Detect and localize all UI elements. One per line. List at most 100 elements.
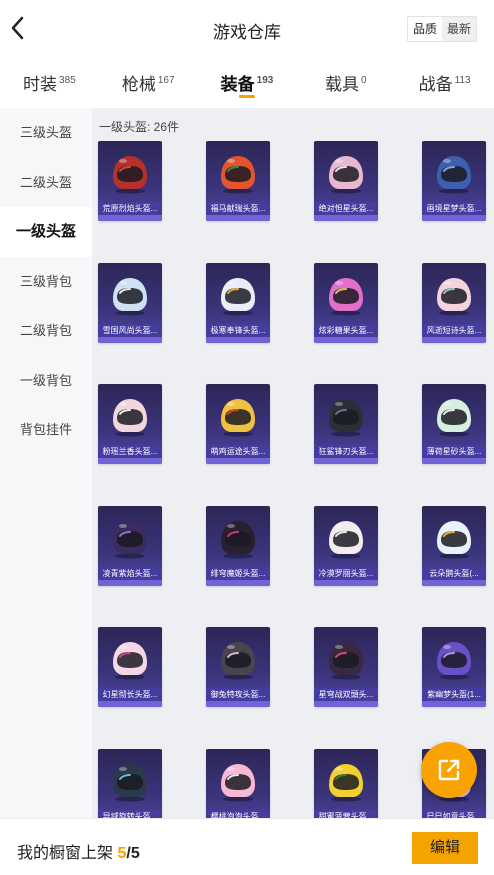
sort-latest-button[interactable]: 最新 [441, 17, 476, 41]
item-card[interactable]: 紫幽梦头盔(1... [422, 627, 486, 707]
item-panel: 一级头盔: 26件 荒原烈焰头盔... 福马献瑞头盔... 绝对怛星头盔... 画境星… [92, 108, 494, 818]
sidebar-item-level1-backpack[interactable]: 一级背包 [0, 356, 92, 406]
item-name: 甜蜜菠萝头盔... [314, 809, 378, 818]
item-quality-band [206, 579, 270, 586]
showcase-label: 我的橱窗上架 [17, 845, 114, 862]
tab-vehicles[interactable]: 载具 0 [296, 58, 395, 108]
share-button[interactable] [421, 742, 477, 798]
item-card[interactable]: 樱桃泡泡头盔... [206, 748, 270, 818]
item-quality-band [98, 701, 162, 707]
sidebar-item-level1-helmet[interactable]: 一级头盔 [0, 207, 92, 257]
sidebar-item-level3-backpack[interactable]: 三级背包 [0, 257, 92, 307]
tab-count: 167 [157, 75, 175, 87]
helmet-icon [437, 642, 471, 680]
item-quality-band [206, 215, 270, 221]
item-name: 荒原烈焰头盔... [98, 202, 162, 215]
item-quality-band [422, 215, 486, 221]
item-card[interactable]: 粉瑶兰香头盔... [98, 384, 162, 464]
item-card[interactable]: 冷漠罗丽头盔... [314, 505, 378, 586]
item-card[interactable]: 凌青紫焰头盔... [98, 505, 162, 586]
item-card[interactable]: 甜蜜菠萝头盔... [314, 748, 378, 818]
sidebar-item-backpack-charm[interactable]: 背包挂件 [0, 405, 92, 455]
helmet-icon [437, 399, 471, 437]
item-card[interactable]: 狂鲨锋刃头盔... [314, 384, 378, 464]
helmet-icon [221, 156, 255, 194]
item-quality-band [98, 336, 162, 343]
item-card[interactable]: 炫彩糖果头盔... [314, 262, 378, 343]
item-name: 炫彩糖果头盔... [314, 323, 378, 337]
tab-label: 时装 [23, 75, 58, 94]
item-quality-band [422, 336, 486, 343]
item-name: 御兔特攻头盔... [206, 688, 270, 701]
tab-count: 193 [256, 75, 274, 87]
helmet-icon [329, 277, 363, 315]
item-name: 萌鸡运途头盔... [206, 445, 270, 458]
item-name: 绯穹魔姬头盔... [206, 566, 270, 580]
helmet-icon [329, 642, 363, 680]
item-card[interactable]: 福马献瑞头盔... [206, 141, 270, 221]
helmet-icon [221, 763, 255, 801]
section-title: 一级头盔: 26件 [99, 120, 180, 134]
item-card[interactable]: 绝对怛星头盔... [314, 141, 378, 221]
helmet-icon [437, 520, 471, 558]
helmet-icon [221, 520, 255, 558]
item-card[interactable]: 幻星彻长头盔... [98, 627, 162, 707]
item-card[interactable]: 萌鸡运途头盔... [206, 384, 270, 464]
item-card[interactable]: 绯穹魔姬头盔... [206, 505, 270, 586]
helmet-icon [221, 399, 255, 437]
helmet-icon [113, 399, 147, 437]
helmet-icon [437, 277, 471, 315]
helmet-icon [113, 763, 147, 801]
share-export-icon [438, 759, 460, 781]
item-name: 薄荷星砂头盔... [422, 445, 486, 458]
helmet-icon [437, 156, 471, 194]
tab-fashion[interactable]: 时装 385 [0, 58, 99, 108]
tab-tactical[interactable]: 战备 113 [395, 58, 494, 108]
item-card[interactable]: 极寒奉锋头盔... [206, 262, 270, 343]
item-card[interactable]: 画境星梦头盔... [422, 141, 486, 221]
item-name: 粉瑶兰香头盔... [98, 445, 162, 458]
sidebar-item-level3-helmet[interactable]: 三级头盔 [0, 108, 92, 158]
item-card[interactable]: 御兔特攻头盔... [206, 627, 270, 707]
item-card[interactable]: 雪国风尚头盔... [98, 262, 162, 343]
tab-label: 战备 [418, 75, 453, 94]
item-card[interactable]: 荒原烈焰头盔... [98, 141, 162, 221]
top-bar: 游戏仓库 品质 最新 [0, 0, 494, 58]
item-name: 云朵鹅头盔(... [422, 566, 486, 580]
item-quality-band [314, 701, 378, 707]
item-quality-band [314, 579, 378, 586]
item-name: 福马献瑞头盔... [206, 202, 270, 215]
item-name: 幻星彻长头盔... [98, 688, 162, 701]
tab-firearms[interactable]: 枪械 167 [99, 58, 198, 108]
item-quality-band [206, 701, 270, 707]
item-name: 画境星梦头盔... [422, 202, 486, 215]
item-card[interactable]: 云朵鹅头盔(... [422, 505, 486, 586]
item-quality-band [314, 215, 378, 221]
item-name: 绝对怛星头盔... [314, 202, 378, 215]
edit-button[interactable]: 编辑 [412, 832, 478, 864]
sidebar-item-level2-helmet[interactable]: 二级头盔 [0, 158, 92, 208]
item-quality-band [98, 579, 162, 586]
item-name: 星穹战双頭头... [314, 688, 378, 701]
category-tabs: 时装 385 枪械 167 装备 193 载具 0 战备 113 [0, 58, 494, 108]
helmet-icon [113, 520, 147, 558]
item-quality-band [314, 336, 378, 343]
tab-label: 枪械 [121, 75, 156, 94]
helmet-icon [329, 763, 363, 801]
helmet-icon [329, 156, 363, 194]
item-card[interactable]: 异域旋转头盔... [98, 748, 162, 818]
tab-equipment[interactable]: 装备 193 [198, 58, 297, 108]
item-card[interactable]: 星穹战双頭头... [314, 627, 378, 707]
tab-active-indicator [238, 95, 255, 98]
item-card[interactable]: 薄荷星砂头盔... [422, 384, 486, 464]
tab-label: 装备 [220, 75, 255, 94]
tab-count: 385 [59, 75, 76, 87]
sidebar-item-level2-backpack[interactable]: 二级背包 [0, 306, 92, 356]
sort-quality-button[interactable]: 品质 [407, 17, 442, 41]
item-quality-band [98, 458, 162, 464]
tab-label: 载具 [325, 75, 359, 94]
showcase-total-count: /5 [126, 845, 140, 862]
item-quality-band [314, 458, 378, 464]
item-card[interactable]: 风逝短诗头盔... [422, 262, 486, 343]
item-name: 狂鲨锋刃头盔... [314, 445, 378, 458]
